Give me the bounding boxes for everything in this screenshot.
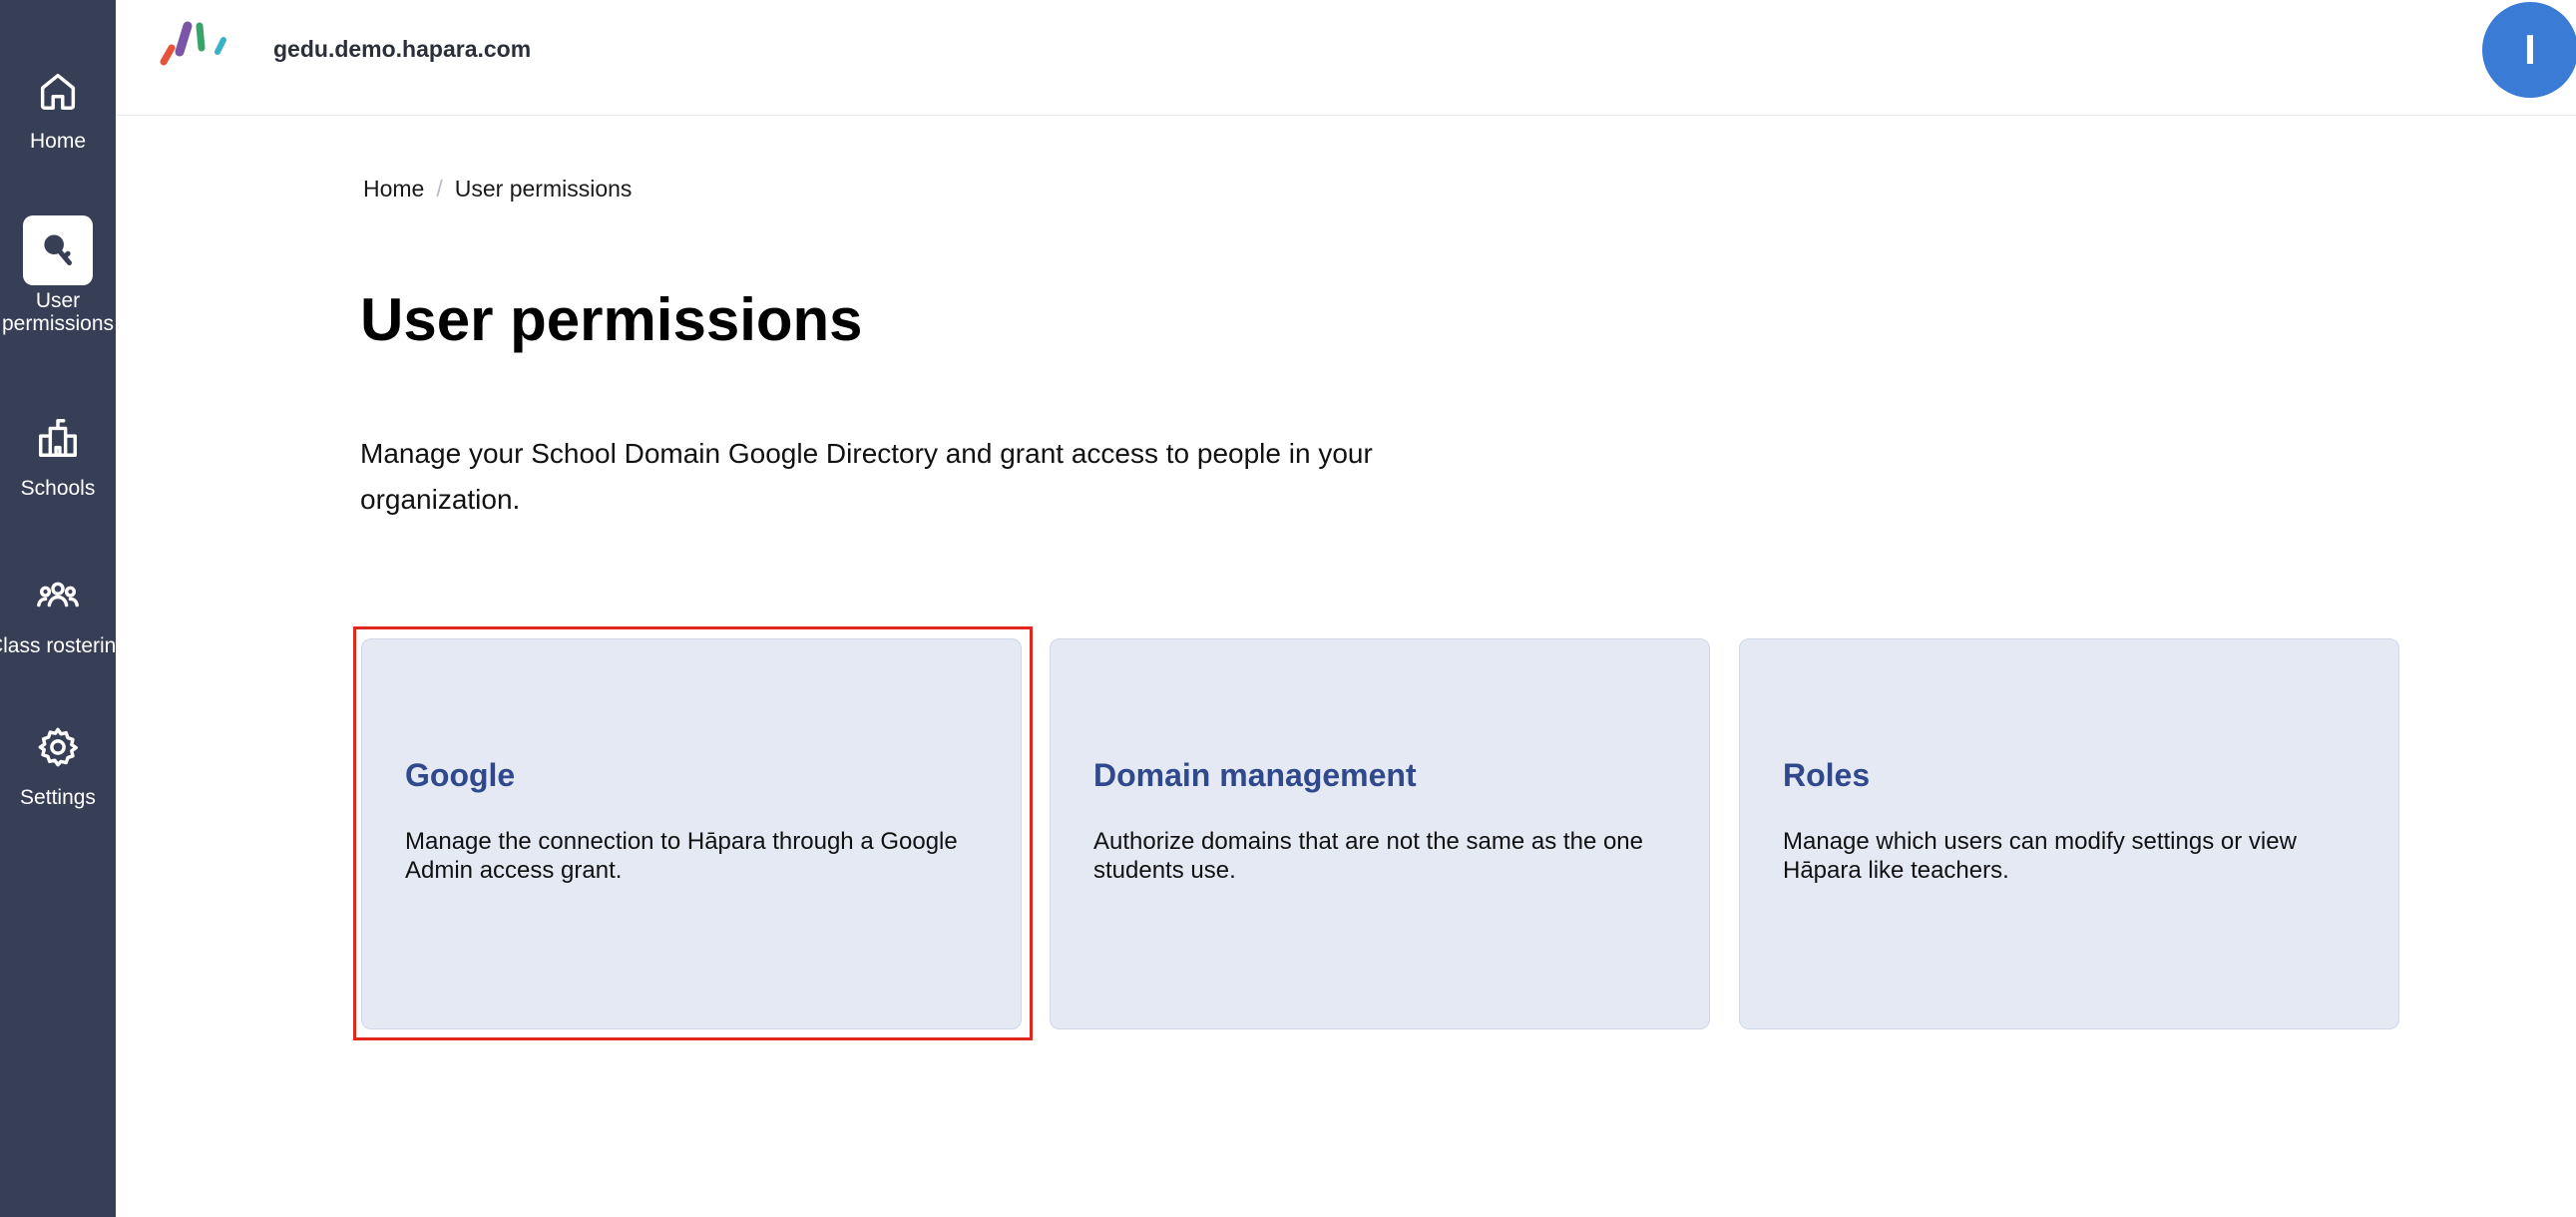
- hapara-logo[interactable]: [158, 18, 237, 70]
- sidebar-item-label: Settings: [20, 786, 96, 809]
- sidebar-item-label: Schools: [20, 477, 96, 500]
- domain-label: gedu.demo.hapara.com: [273, 36, 532, 62]
- sidebar-item-home[interactable]: Home: [0, 56, 116, 153]
- card-description: Manage the connection to Hāpara through …: [405, 828, 958, 884]
- key-icon: [23, 215, 93, 285]
- sidebar: Home User permissions Schools Class rost…: [0, 0, 116, 1217]
- group-icon: [23, 561, 93, 630]
- sidebar-item-schools[interactable]: Schools: [0, 403, 116, 500]
- page-description: Manage your School Domain Google Directo…: [360, 438, 1373, 515]
- home-icon: [23, 56, 93, 126]
- roles-card[interactable]: Roles Manage which users can modify sett…: [1739, 638, 2399, 1029]
- sidebar-item-settings[interactable]: Settings: [0, 712, 116, 809]
- page-title: User permissions: [360, 286, 863, 353]
- user-avatar[interactable]: I: [2482, 2, 2576, 98]
- school-building-icon: [23, 403, 93, 473]
- sidebar-item-label: Home: [29, 130, 87, 153]
- top-header: gedu.demo.hapara.com I: [116, 0, 2576, 116]
- card-description: Authorize domains that are not the same …: [1093, 828, 1644, 884]
- card-title: Google: [405, 757, 516, 793]
- card-title: Roles: [1783, 757, 1871, 793]
- sidebar-item-label: User permissions: [1, 289, 115, 335]
- sidebar-item-user-permissions[interactable]: User permissions: [0, 215, 116, 335]
- breadcrumb-home-link[interactable]: Home: [363, 176, 424, 203]
- sidebar-item-class-rostering[interactable]: Class rostering: [0, 561, 116, 657]
- domain-management-card[interactable]: Domain management Authorize domains that…: [1050, 638, 1710, 1029]
- breadcrumb: Home / User permissions: [363, 176, 632, 203]
- breadcrumb-separator: /: [436, 176, 443, 202]
- sidebar-item-label: Class rostering: [0, 634, 116, 657]
- google-card[interactable]: Google Manage the connection to Hāpara t…: [361, 638, 1022, 1029]
- gear-icon: [23, 712, 93, 782]
- breadcrumb-current: User permissions: [454, 176, 633, 202]
- card-description: Manage which users can modify settings o…: [1783, 828, 2297, 884]
- card-title: Domain management: [1093, 757, 1417, 793]
